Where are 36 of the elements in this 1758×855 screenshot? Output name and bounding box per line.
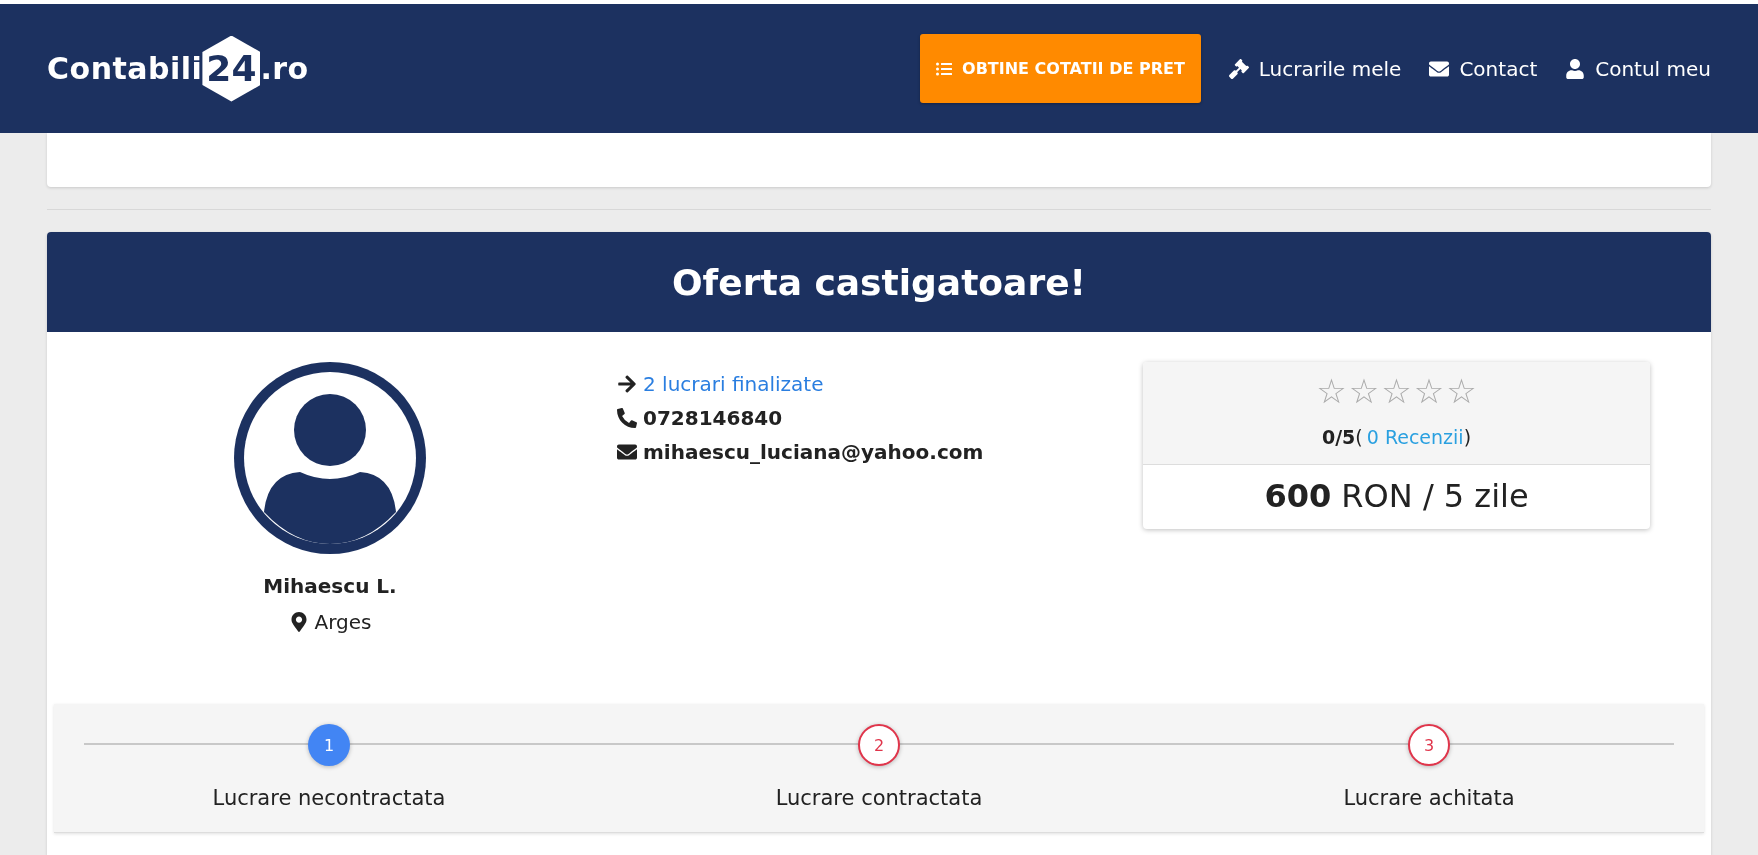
step-label: Lucrare contractata <box>775 786 983 810</box>
star-icon: ☆ <box>1348 374 1380 408</box>
step-label: Lucrare necontractata <box>212 786 446 810</box>
offer-title: Oferta castigatoare! <box>47 232 1711 332</box>
star-icon: ☆ <box>1413 374 1445 408</box>
arrow-right-icon <box>617 374 637 394</box>
logo-hexagon-badge: 24 <box>202 35 261 102</box>
gavel-icon <box>1228 58 1249 79</box>
parenthesis: ) <box>1463 426 1472 448</box>
nav-link[interactable]: Lucrarile mele <box>1228 56 1402 81</box>
step-label: Lucrare achitata <box>1343 786 1515 810</box>
parenthesis: ( <box>1355 426 1363 448</box>
star-icon: ☆ <box>1446 374 1477 408</box>
completed-jobs-link[interactable]: 2 lucrari finalizate <box>643 372 824 396</box>
rating-score: 0/5 <box>1321 426 1356 448</box>
step-circle: 1 <box>308 724 350 766</box>
avatar-silhouette-icon <box>234 362 426 554</box>
location-text: Arges <box>314 610 372 634</box>
star-icon: ☆ <box>1381 374 1412 408</box>
phone-icon <box>617 408 637 428</box>
provider-name: Mihaescu L. <box>263 574 397 598</box>
email-address: mihaescu_luciana@yahoo.com <box>643 440 984 464</box>
logo-text: Contabili <box>47 51 203 86</box>
nav-link[interactable]: Contact <box>1429 56 1538 81</box>
logo[interactable]: Contabili 24.ro <box>47 35 309 102</box>
user-icon <box>1565 58 1586 79</box>
step-circle: 3 <box>1408 724 1450 766</box>
envelope-icon <box>617 442 637 462</box>
star-icon: ☆ <box>1316 374 1347 408</box>
offer-price: 600 RON / 5 zile <box>1263 476 1530 517</box>
step-circle: 2 <box>858 724 900 766</box>
map-pin-icon <box>288 612 309 632</box>
list-icon <box>936 60 953 77</box>
phone-number: 0728146840 <box>643 406 783 430</box>
logo-suffix: .ro <box>260 51 309 86</box>
nav-link[interactable]: Contul meu <box>1565 56 1711 81</box>
